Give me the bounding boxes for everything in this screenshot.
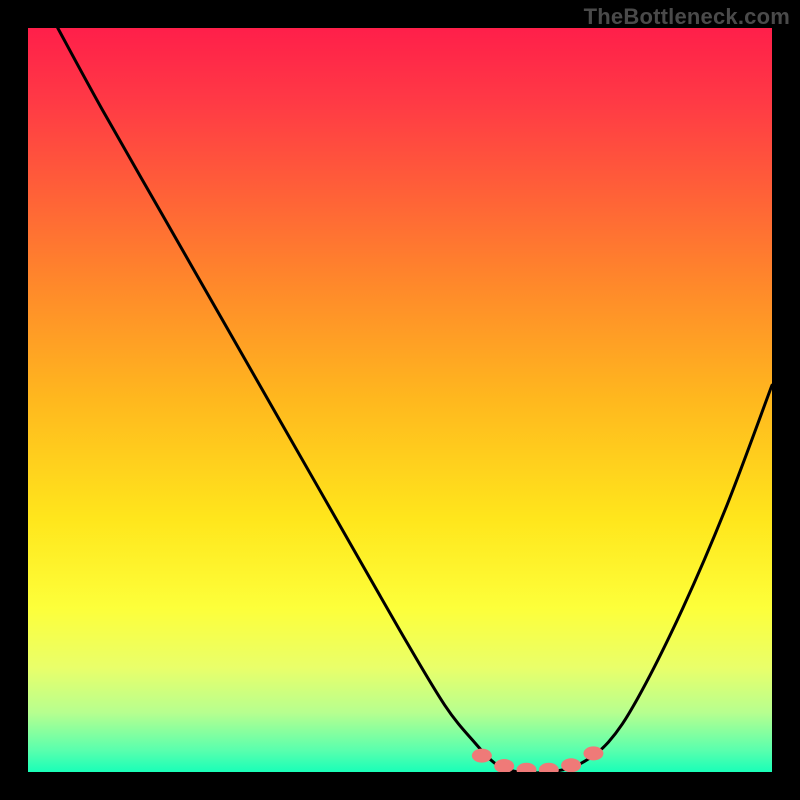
optimal-marker: [583, 746, 603, 760]
curve-layer: [28, 28, 772, 772]
bottleneck-curve: [58, 28, 772, 772]
chart-frame: TheBottleneck.com: [0, 0, 800, 800]
optimal-marker: [494, 759, 514, 772]
plot-area: [28, 28, 772, 772]
optimal-marker: [561, 758, 581, 772]
optimal-marker: [516, 763, 536, 772]
optimal-marker: [539, 763, 559, 772]
optimal-marker: [472, 749, 492, 763]
watermark-text: TheBottleneck.com: [584, 4, 790, 30]
